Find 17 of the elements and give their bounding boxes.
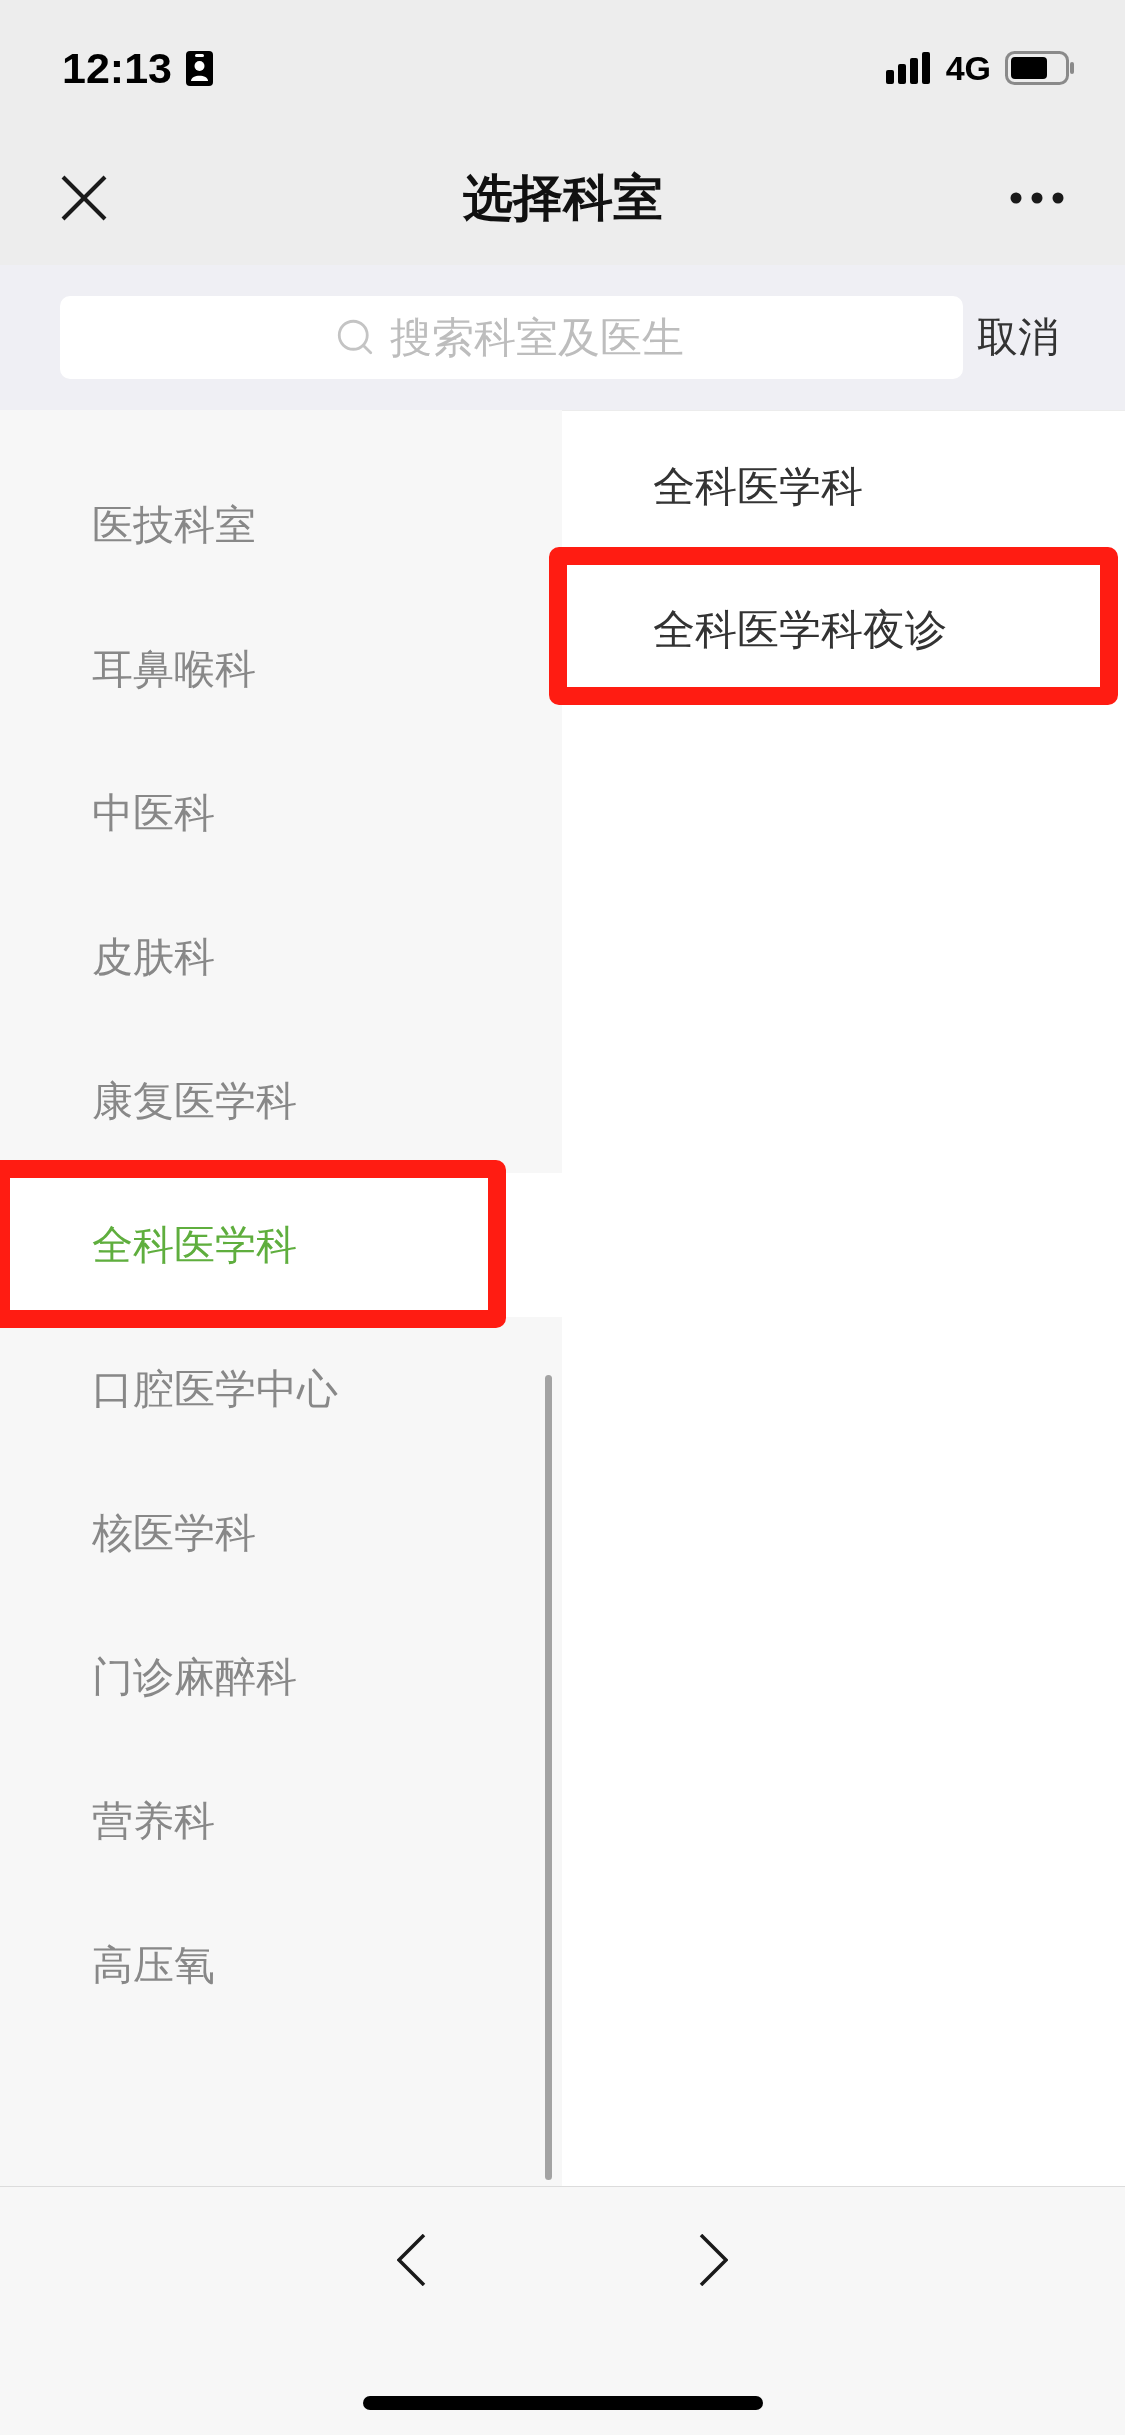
back-button[interactable] — [397, 2234, 426, 2286]
cancel-button[interactable]: 取消 — [977, 317, 1059, 358]
signal-icon — [885, 52, 932, 84]
chevron-right-icon — [699, 2234, 728, 2286]
chevron-left-icon — [397, 2234, 426, 2286]
id-badge-icon — [186, 50, 213, 86]
more-icon — [1010, 191, 1064, 204]
close-button[interactable] — [60, 173, 108, 222]
page-title: 选择科室 — [462, 172, 663, 223]
search-field[interactable]: 搜索科室及医生 — [60, 296, 963, 379]
battery-icon — [1005, 51, 1075, 85]
forward-button[interactable] — [699, 2234, 728, 2286]
network-type: 4G — [945, 51, 991, 85]
close-icon — [61, 174, 107, 221]
status-time: 12:13 — [62, 46, 172, 90]
sub-department-item[interactable]: 全科医学科 — [562, 415, 1125, 558]
sub-department-item[interactable]: 全科医学科夜诊 — [562, 558, 1125, 701]
